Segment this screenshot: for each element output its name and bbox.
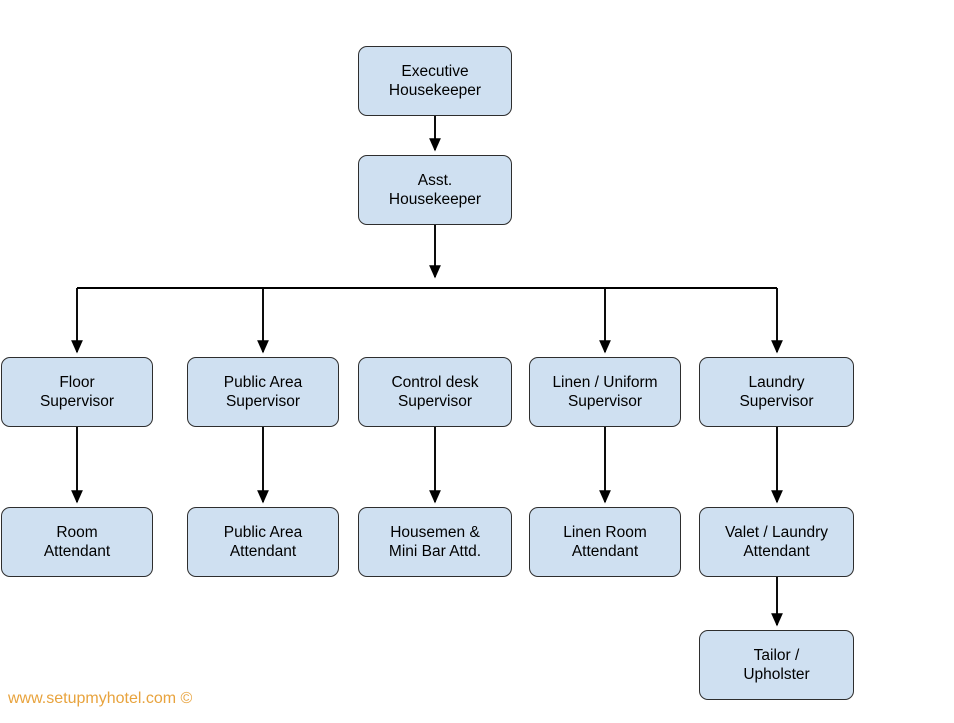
watermark-text: www.setupmyhotel.com © <box>8 690 193 707</box>
node-housemen-mini-bar-attd[interactable]: Housemen & Mini Bar Attd. <box>358 507 512 577</box>
node-laundry-supervisor[interactable]: Laundry Supervisor <box>699 357 854 427</box>
node-executive-housekeeper[interactable]: Executive Housekeeper <box>358 46 512 116</box>
node-floor-supervisor[interactable]: Floor Supervisor <box>1 357 153 427</box>
node-public-area-supervisor[interactable]: Public Area Supervisor <box>187 357 339 427</box>
diagram-canvas: Executive Housekeeper Asst. Housekeeper … <box>0 0 954 723</box>
node-tailor-upholster[interactable]: Tailor / Upholster <box>699 630 854 700</box>
node-public-area-attendant[interactable]: Public Area Attendant <box>187 507 339 577</box>
node-asst-housekeeper[interactable]: Asst. Housekeeper <box>358 155 512 225</box>
node-linen-room-attendant[interactable]: Linen Room Attendant <box>529 507 681 577</box>
node-linen-uniform-supervisor[interactable]: Linen / Uniform Supervisor <box>529 357 681 427</box>
node-control-desk-supervisor[interactable]: Control desk Supervisor <box>358 357 512 427</box>
node-valet-laundry-attendant[interactable]: Valet / Laundry Attendant <box>699 507 854 577</box>
node-room-attendant[interactable]: Room Attendant <box>1 507 153 577</box>
